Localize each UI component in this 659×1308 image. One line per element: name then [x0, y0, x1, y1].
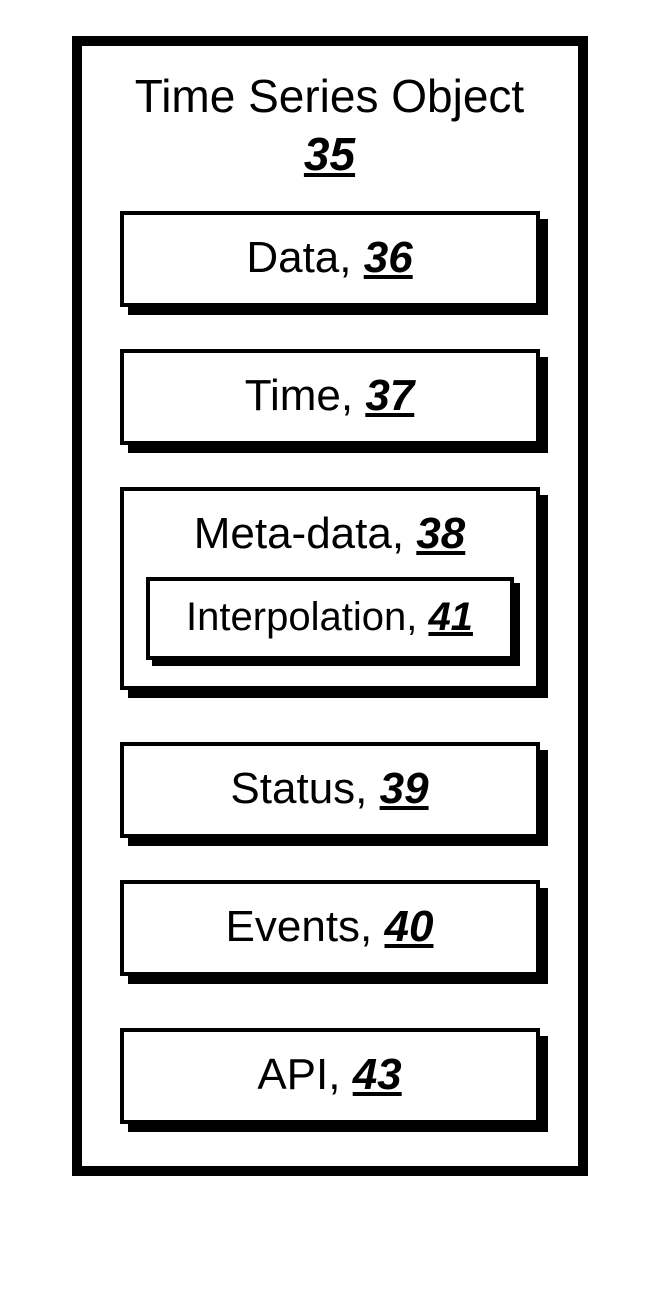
data-ref-number: 36: [364, 233, 413, 282]
interp-ref-number: 41: [428, 595, 473, 639]
title-ref-number: 35: [304, 126, 355, 184]
meta-data-header: Meta-data, 38: [136, 509, 524, 559]
time-box: Time, 37: [120, 349, 540, 445]
block-title: Time Series Object 35: [135, 68, 524, 183]
events-label: Events,: [226, 902, 385, 951]
interp-label: Interpolation,: [186, 595, 428, 639]
meta-data-box: Meta-data, 38 Interpolation, 41: [120, 487, 540, 690]
interpolation-box: Interpolation, 41: [146, 577, 514, 660]
status-ref-number: 39: [380, 764, 429, 813]
api-box: API, 43: [120, 1028, 540, 1124]
time-ref-number: 37: [365, 371, 414, 420]
status-box: Status, 39: [120, 742, 540, 838]
data-label: Data,: [246, 233, 363, 282]
time-label: Time,: [245, 371, 366, 420]
events-ref-number: 40: [385, 902, 434, 951]
title-text: Time Series Object: [135, 70, 524, 122]
meta-ref-number: 38: [416, 509, 465, 558]
events-box: Events, 40: [120, 880, 540, 976]
meta-label: Meta-data,: [194, 509, 417, 558]
time-series-object-block: Time Series Object 35 Data, 36 Time, 37 …: [72, 36, 588, 1176]
api-label: API,: [257, 1050, 352, 1099]
status-label: Status,: [230, 764, 379, 813]
data-box: Data, 36: [120, 211, 540, 307]
api-ref-number: 43: [353, 1050, 402, 1099]
